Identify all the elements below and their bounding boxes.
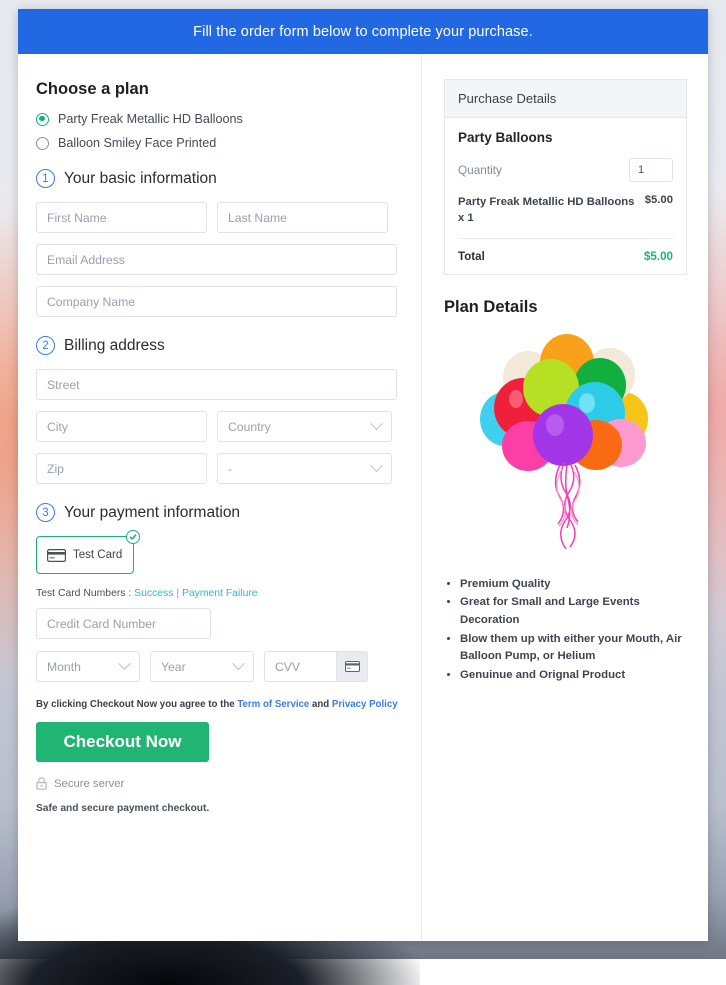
balloon-bouquet-image — [471, 323, 661, 568]
expiry-year-select[interactable]: Year — [150, 651, 254, 682]
expiry-month-select[interactable]: Month — [36, 651, 140, 682]
name-row: First Name Last Name — [36, 202, 421, 233]
list-item: Genuinue and Orignal Product — [460, 667, 687, 685]
chevron-down-icon — [232, 657, 245, 670]
step-number-badge: 3 — [36, 503, 55, 522]
step-billing-address-header: 2 Billing address — [36, 336, 421, 355]
line-item-amount: $5.00 — [645, 194, 673, 227]
step-payment-information-header: 3 Your payment information — [36, 503, 421, 522]
email-row: Email Address — [36, 244, 421, 275]
cvv-input[interactable]: CVV — [264, 651, 368, 682]
plan-features-list: Premium Quality Great for Small and Larg… — [460, 576, 687, 685]
check-circle-icon — [126, 530, 140, 544]
safe-checkout-note: Safe and secure payment checkout. — [36, 803, 421, 814]
country-select-value: Country — [228, 420, 271, 434]
secure-server-label: Secure server — [54, 778, 124, 790]
line-item-row: Party Freak Metallic HD Balloons x 1 $5.… — [458, 194, 673, 239]
first-name-input[interactable]: First Name — [36, 202, 207, 233]
balloon-cluster — [480, 334, 648, 471]
quantity-row: Quantity 1 — [458, 158, 673, 182]
order-form-column: Choose a plan Party Freak Metallic HD Ba… — [18, 54, 422, 941]
terms-prefix: By clicking Checkout Now you agree to th… — [36, 699, 237, 710]
credit-card-icon — [47, 549, 66, 562]
plan-details-heading: Plan Details — [444, 298, 687, 317]
purchase-details-body: Party Balloons Quantity 1 Party Freak Me… — [445, 118, 686, 274]
privacy-policy-link[interactable]: Privacy Policy — [332, 699, 398, 710]
plan-option-metallic-hd[interactable]: Party Freak Metallic HD Balloons — [36, 112, 421, 126]
checkout-card: Fill the order form below to complete yo… — [18, 9, 708, 941]
payment-failure-card-link[interactable]: Payment Failure — [182, 588, 258, 599]
cvv-placeholder: CVV — [275, 660, 300, 674]
choose-plan-heading: Choose a plan — [36, 80, 421, 99]
radio-icon-selected[interactable] — [36, 113, 49, 126]
company-row: Company Name — [36, 286, 421, 317]
lock-icon — [36, 777, 47, 790]
step-number-badge: 1 — [36, 169, 55, 188]
list-item: Great for Small and Large Events Decorat… — [460, 594, 687, 629]
zip-input[interactable]: Zip — [36, 453, 207, 484]
chevron-down-icon — [370, 417, 383, 430]
credit-card-number-input[interactable]: Credit Card Number — [36, 608, 211, 639]
last-name-input[interactable]: Last Name — [217, 202, 388, 233]
product-title: Party Balloons — [458, 130, 673, 145]
summary-column: Purchase Details Party Balloons Quantity… — [422, 54, 707, 941]
terms-notice: By clicking Checkout Now you agree to th… — [36, 699, 421, 710]
terms-of-service-link[interactable]: Term of Service — [237, 699, 309, 710]
company-name-input[interactable]: Company Name — [36, 286, 397, 317]
city-input[interactable]: City — [36, 411, 207, 442]
page-banner: Fill the order form below to complete yo… — [18, 9, 708, 54]
chevron-down-icon — [370, 459, 383, 472]
card-number-row: Credit Card Number — [36, 608, 421, 639]
total-amount: $5.00 — [644, 250, 673, 263]
terms-and: and — [309, 699, 332, 710]
test-card-numbers-row: Test Card Numbers : Success | Payment Fa… — [36, 588, 421, 599]
step-title: Your basic information — [64, 170, 217, 188]
step-title: Your payment information — [64, 504, 240, 522]
step-title: Billing address — [64, 337, 165, 355]
plan-option-label: Party Freak Metallic HD Balloons — [58, 112, 243, 126]
credit-card-icon — [345, 661, 360, 672]
total-label: Total — [458, 250, 485, 263]
test-card-numbers-label: Test Card Numbers : — [36, 588, 134, 599]
expiry-year-value: Year — [161, 660, 186, 674]
street-input[interactable]: Street — [36, 369, 397, 400]
chevron-down-icon — [118, 657, 131, 670]
step-number-badge: 2 — [36, 336, 55, 355]
quantity-label: Quantity — [458, 163, 502, 177]
email-input[interactable]: Email Address — [36, 244, 397, 275]
zip-state-row: Zip - — [36, 453, 421, 484]
radio-icon-unselected[interactable] — [36, 137, 49, 150]
purchase-details-header: Purchase Details — [445, 80, 686, 118]
quantity-input[interactable]: 1 — [629, 158, 673, 182]
list-item: Blow them up with either your Mouth, Air… — [460, 631, 687, 666]
expiry-cvv-row: Month Year CVV — [36, 651, 421, 682]
total-row: Total $5.00 — [458, 239, 673, 263]
plan-option-smiley-face[interactable]: Balloon Smiley Face Printed — [36, 136, 421, 150]
line-item-name: Party Freak Metallic HD Balloons x 1 — [458, 194, 635, 227]
street-row: Street — [36, 369, 421, 400]
payment-method-test-card[interactable]: Test Card — [36, 536, 134, 574]
expiry-month-value: Month — [47, 660, 81, 674]
secure-server-note: Secure server — [36, 777, 421, 790]
list-item: Premium Quality — [460, 576, 687, 594]
checkout-now-button[interactable]: Checkout Now — [36, 722, 209, 762]
country-select[interactable]: Country — [217, 411, 392, 442]
link-separator: | — [173, 588, 181, 599]
city-country-row: City Country — [36, 411, 421, 442]
step-basic-information-header: 1 Your basic information — [36, 169, 421, 188]
purchase-details-box: Purchase Details Party Balloons Quantity… — [444, 79, 687, 275]
success-card-link[interactable]: Success — [134, 588, 173, 599]
content-columns: Choose a plan Party Freak Metallic HD Ba… — [18, 54, 708, 941]
state-select[interactable]: - — [217, 453, 392, 484]
cvv-hint-button[interactable] — [336, 651, 368, 682]
payment-method-label: Test Card — [73, 549, 122, 561]
state-select-value: - — [228, 462, 232, 476]
plan-option-label: Balloon Smiley Face Printed — [58, 136, 216, 150]
